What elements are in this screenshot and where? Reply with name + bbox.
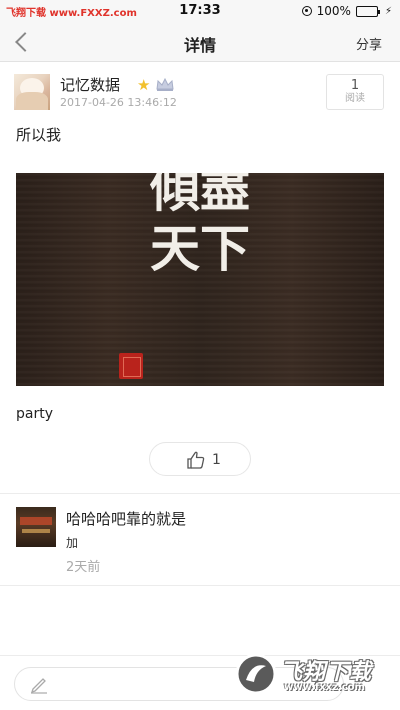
section-divider [0,585,400,586]
read-count: 1 [350,78,360,93]
like-count: 1 [212,452,221,468]
thumbs-up-icon [187,451,205,469]
nav-bar: 详情 分享 [0,22,400,62]
status-right: 100% ⚡ [301,4,392,18]
image-calligraphy-text: 傾盡天下 [150,173,250,278]
post-timestamp: 2017-04-26 13:46:12 [60,96,177,109]
like-button[interactable]: 1 [149,442,251,476]
author-username[interactable]: 记忆数据 [60,74,120,95]
orientation-lock-icon [301,6,312,16]
share-button[interactable]: 分享 [356,34,382,53]
watermark-url: www.fxxz.com [284,682,365,693]
page-title: 详情 [183,36,216,55]
charging-icon: ⚡ [384,5,392,17]
comment-time: 2天前 [66,560,101,575]
comment-subtext: 加 [66,536,79,550]
post-text: 所以我 [16,126,62,144]
section-divider [0,493,400,494]
post-image[interactable]: 傾盡天下 [16,173,384,386]
comment-avatar[interactable] [16,507,56,547]
read-count-box: 1 阅读 [326,74,384,110]
red-seal-icon [119,353,143,379]
pen-icon [30,678,47,694]
status-bar: 飞翔下载 www.FXXZ.com 17:33 100% ⚡ [0,0,400,22]
comment-text: 哈哈哈吧靠的就是 [66,510,187,528]
star-badge-icon: ★ [137,76,151,94]
author-avatar[interactable] [14,74,50,110]
watermark-logo: 飞翔下载 www.fxxz.com [230,650,394,700]
read-label: 阅读 [345,93,365,104]
battery-percent: 100% [316,4,351,18]
watermark-circle-icon [235,653,277,695]
battery-icon [355,5,380,17]
crown-badge-icon [156,77,174,91]
post-caption: party [16,406,53,422]
